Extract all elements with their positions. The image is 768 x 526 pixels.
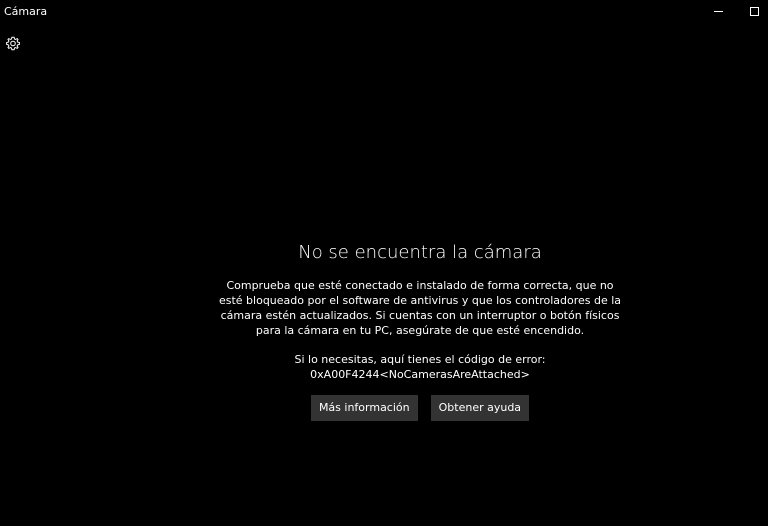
error-code-lead: Si lo necesitas, aquí tienes el código d… xyxy=(294,353,546,366)
maximize-icon xyxy=(749,6,759,16)
gear-icon xyxy=(6,36,20,51)
title-bar: Cámara xyxy=(0,0,768,24)
app-title: Cámara xyxy=(4,5,48,18)
more-info-button[interactable]: Más información xyxy=(310,395,418,421)
error-description: Comprueba que esté conectado e instalado… xyxy=(218,279,622,337)
error-heading: No se encuentra la cámara xyxy=(298,242,542,263)
get-help-button[interactable]: Obtener ayuda xyxy=(430,395,530,421)
error-code: 0xA00F4244<NoCamerasAreAttached> xyxy=(310,368,530,381)
minimize-button[interactable] xyxy=(704,0,732,22)
settings-button[interactable] xyxy=(3,34,23,54)
error-panel: No se encuentra la cámara Comprueba que … xyxy=(200,240,640,421)
minimize-icon xyxy=(713,10,723,12)
maximize-button[interactable] xyxy=(740,0,768,22)
action-buttons: Más información Obtener ayuda xyxy=(200,395,640,421)
